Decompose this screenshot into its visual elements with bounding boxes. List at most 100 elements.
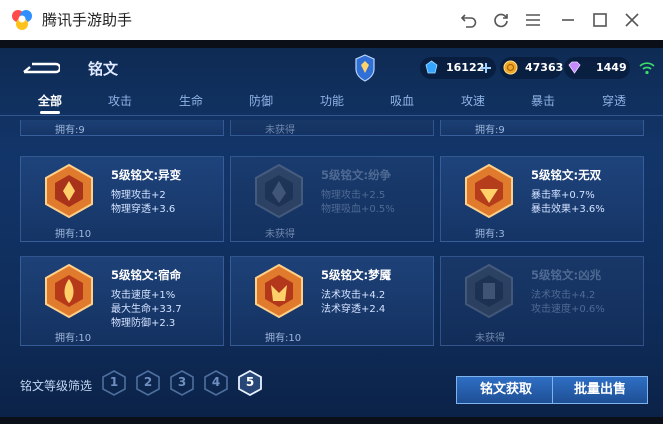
gem-icon (568, 61, 581, 74)
tab-function[interactable]: 功能 (310, 90, 354, 116)
rune-card-yibian[interactable]: 5级铭文:异变 物理攻击+2 物理穿透+3.6 拥有:10 (20, 156, 224, 242)
tab-active-indicator (40, 111, 60, 114)
bulk-sell-button[interactable]: 批量出售 (552, 376, 648, 404)
tab-label: 穿透 (601, 94, 626, 108)
app-logo-icon (12, 10, 32, 30)
minimize-icon (562, 19, 574, 21)
gold-coin-icon (503, 60, 518, 75)
add-currency-icon[interactable] (480, 62, 492, 74)
category-tabs: 全部 攻击 生命 防御 功能 吸血 攻速 暴击 穿透 (18, 90, 648, 116)
tab-label: 生命 (178, 94, 203, 108)
rune-owned-count: 拥有:10 (55, 229, 92, 240)
rune-name: 5级铭文:凶兆 (531, 268, 602, 282)
tab-penetration[interactable]: 穿透 (592, 90, 636, 116)
level-number: 3 (177, 375, 187, 389)
rune-hexagon-icon (465, 263, 513, 319)
tab-health[interactable]: 生命 (169, 90, 213, 116)
tab-defense[interactable]: 防御 (239, 90, 283, 116)
window-title: 腾讯手游助手 (42, 11, 133, 29)
rune-card-partial[interactable]: 拥有:9 (20, 120, 224, 136)
rune-name: 5级铭文:纷争 (321, 168, 392, 182)
diamond-icon (425, 60, 438, 74)
close-button[interactable] (621, 9, 643, 31)
level-number: 4 (211, 375, 221, 389)
tab-label: 攻击 (107, 94, 132, 108)
tab-attack-speed[interactable]: 攻速 (451, 90, 495, 116)
tab-lifesteal[interactable]: 吸血 (380, 90, 424, 116)
window-titlebar: 腾讯手游助手 (0, 0, 663, 40)
tab-label: 吸血 (389, 94, 414, 108)
minimize-button[interactable] (557, 9, 579, 31)
tab-crit[interactable]: 暴击 (521, 90, 565, 116)
diamond-currency: 16122 (420, 57, 496, 79)
rune-attr: 法术攻击+4.2 (321, 290, 386, 301)
rune-attr: 法术穿透+2.4 (321, 304, 386, 315)
menu-icon (526, 14, 540, 26)
rune-hexagon-icon (255, 163, 303, 219)
level-number: 5 (245, 375, 255, 389)
undo-button[interactable] (458, 9, 480, 31)
rune-card-xiongzhao[interactable]: 5级铭文:凶兆 法术攻击+4.2 攻击速度+0.6% 未获得 (440, 256, 644, 346)
tabs-divider (0, 115, 663, 116)
back-arrow-icon[interactable] (22, 60, 60, 78)
rune-attr: 物理攻击+2.5 (321, 190, 386, 201)
level-filter-3[interactable]: 3 (170, 370, 194, 396)
rune-owned-count: 拥有:3 (475, 229, 505, 240)
rune-card-partial[interactable]: 未获得 (230, 120, 434, 136)
rune-owned-count: 拥有:10 (55, 333, 92, 344)
rune-owned-count: 拥有:10 (265, 333, 302, 344)
undo-icon (460, 14, 477, 28)
close-icon (625, 13, 639, 27)
rune-card-suming[interactable]: 5级铭文:宿命 攻击速度+1% 最大生命+33.7 物理防御+2.3 拥有:10 (20, 256, 224, 346)
rune-card-wushuang[interactable]: 5级铭文:无双 暴击率+0.7% 暴击效果+3.6% 拥有:3 (440, 156, 644, 242)
rune-hexagon-icon (45, 163, 93, 219)
menu-button[interactable] (522, 9, 544, 31)
rune-attr: 攻击速度+0.6% (531, 304, 605, 315)
maximize-icon (593, 13, 607, 27)
gem-currency: 1449 (564, 57, 630, 79)
rune-card-partial[interactable]: 拥有:9 (440, 120, 644, 136)
rune-attr: 物理防御+2.3 (111, 318, 176, 329)
maximize-button[interactable] (589, 9, 611, 31)
level-filter-1[interactable]: 1 (102, 370, 126, 396)
tab-all[interactable]: 全部 (28, 90, 72, 116)
rank-emblem-icon[interactable] (354, 54, 376, 82)
wifi-signal-icon (639, 62, 655, 75)
rune-name: 5级铭文:梦魇 (321, 268, 392, 282)
tab-label: 全部 (37, 94, 62, 108)
game-screen: 铭文 16122 47363 1449 全部 攻击 生命 防御 功能 吸血 攻速… (0, 40, 663, 424)
rune-name: 5级铭文:宿命 (111, 268, 182, 282)
level-filter-4[interactable]: 4 (204, 370, 228, 396)
gem-value: 1449 (596, 61, 627, 74)
level-number: 2 (143, 375, 153, 389)
tab-label: 功能 (319, 94, 344, 108)
rune-attr: 暴击率+0.7% (531, 190, 595, 201)
level-filter-2[interactable]: 2 (136, 370, 160, 396)
gold-currency: 47363 (500, 57, 564, 79)
rune-owned-count: 未获得 (475, 333, 505, 344)
rune-acquire-button[interactable]: 铭文获取 (456, 376, 556, 404)
level-filter-5[interactable]: 5 (238, 369, 262, 397)
rune-attr: 物理攻击+2 (111, 190, 166, 201)
rune-card-mengyan[interactable]: 5级铭文:梦魇 法术攻击+4.2 法术穿透+2.4 拥有:10 (230, 256, 434, 346)
rune-attr: 法术攻击+4.2 (531, 290, 596, 301)
refresh-button[interactable] (490, 9, 512, 31)
rune-attr: 暴击效果+3.6% (531, 204, 605, 215)
rune-filter-bar: 铭文等级筛选 1 2 3 4 5 铭文获取 批量出售 (0, 356, 663, 410)
rune-hexagon-icon (45, 263, 93, 319)
level-filter-label: 铭文等级筛选 (20, 379, 93, 393)
refresh-icon (494, 13, 508, 28)
rune-hexagon-icon (255, 263, 303, 319)
tab-label: 防御 (248, 94, 273, 108)
rune-attr: 物理穿透+3.6 (111, 204, 176, 215)
level-number: 1 (109, 375, 119, 389)
game-topbar: 铭文 16122 47363 1449 (0, 48, 663, 88)
rune-owned-count: 未获得 (265, 125, 295, 136)
rune-attr: 攻击速度+1% (111, 290, 176, 301)
rune-hexagon-icon (465, 163, 513, 219)
gold-value: 47363 (525, 61, 564, 74)
tab-attack[interactable]: 攻击 (98, 90, 142, 116)
rune-owned-count: 未获得 (265, 229, 295, 240)
tab-label: 攻速 (460, 94, 485, 108)
rune-card-fenzheng[interactable]: 5级铭文:纷争 物理攻击+2.5 物理吸血+0.5% 未获得 (230, 156, 434, 242)
